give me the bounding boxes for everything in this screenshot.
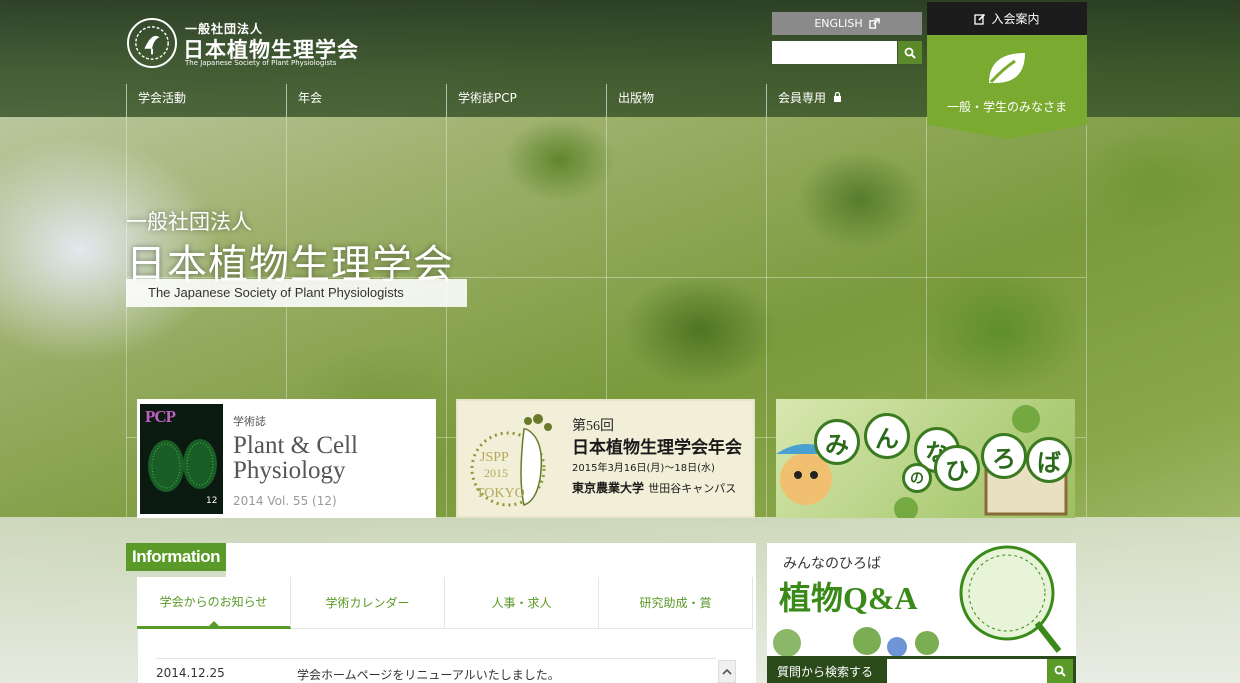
nav-item-annual-meeting[interactable]: 年会 — [286, 84, 446, 117]
qa-search-label: 質問から検索する — [777, 665, 874, 679]
tab-academic-calendar[interactable]: 学術カレンダー — [291, 577, 445, 629]
pcp-label: 学術誌 — [233, 415, 266, 428]
grid-line — [1086, 117, 1087, 517]
news-item[interactable]: 2014.12.25 学会ホームページをリニューアルいたしました。 — [156, 658, 716, 683]
meeting-date: 2015年3月16日(月)〜18日(水) — [572, 463, 715, 474]
hero-english-title: The Japanese Society of Plant Physiologi… — [126, 279, 467, 307]
english-label: ENGLISH — [814, 17, 863, 30]
hiroba-char: の — [902, 463, 932, 493]
public-label: 一般・学生のみなさま — [946, 100, 1067, 114]
nav-label: 年会 — [298, 91, 323, 105]
tab-grants-awards[interactable]: 研究助成・賞 — [599, 577, 753, 629]
join-label: 入会案内 — [991, 12, 1040, 26]
meeting-title: 日本植物生理学会年会 — [572, 438, 742, 457]
site-search-button[interactable] — [898, 41, 922, 64]
minna-no-hiroba-banner[interactable]: み ん な の ひ ろ ば — [776, 399, 1075, 518]
svg-text:JSPP: JSPP — [480, 450, 509, 465]
grid-line — [766, 117, 767, 517]
info-tabs: 学会からのお知らせ 学術カレンダー 人事・求人 研究助成・賞 — [137, 577, 753, 629]
pcp-title: Plant & Cell Physiology — [233, 433, 358, 483]
nav-label: 出版物 — [618, 91, 655, 105]
search-icon — [904, 47, 916, 59]
meeting-venue: 東京農業大学 世田谷キャンパス — [572, 479, 736, 496]
qa-title: 植物Q&A — [779, 580, 918, 616]
nav-item-publications[interactable]: 出版物 — [606, 84, 766, 117]
public-visitors-button[interactable]: 一般・学生のみなさま — [927, 35, 1087, 139]
scroll-up-button[interactable] — [718, 660, 736, 683]
lock-icon — [833, 91, 841, 102]
nav-label: 学会活動 — [138, 91, 187, 105]
information-heading: Information — [126, 543, 226, 571]
news-date: 2014.12.25 — [156, 666, 225, 680]
chevron-up-icon — [722, 668, 732, 675]
meeting-venue-name: 東京農業大学 — [572, 481, 645, 495]
nav-item-pcp[interactable]: 学術誌PCP — [446, 84, 606, 117]
tab-jobs[interactable]: 人事・求人 — [445, 577, 599, 629]
annual-meeting-banner[interactable]: JSPP 2015 TOKYO 第56回 日本植物生理学会年会 2015年3月1… — [456, 399, 755, 518]
news-title[interactable]: 学会ホームページをリニューアルいたしました。 — [297, 666, 560, 683]
info-header-bar — [226, 543, 756, 577]
hiroba-char: ん — [864, 413, 910, 459]
logo-english-text: The Japanese Society of Plant Physiologi… — [185, 59, 337, 67]
pcp-volume: 2014 Vol. 55 (12) — [233, 494, 337, 508]
qa-search-input[interactable] — [887, 659, 1047, 683]
join-button[interactable]: 入会案内 — [927, 2, 1087, 35]
meeting-venue-campus: 世田谷キャンパス — [648, 482, 737, 495]
qa-subtitle: みんなのひろば — [783, 556, 881, 572]
hiroba-char: ろ — [981, 433, 1027, 479]
nav-label: 会員専用 — [778, 91, 827, 105]
site-search-input[interactable] — [772, 41, 897, 64]
nav-item-activities[interactable]: 学会活動 — [126, 84, 286, 117]
edit-icon — [974, 13, 986, 25]
svg-text:TOKYO: TOKYO — [476, 486, 525, 501]
grid-line — [126, 117, 127, 517]
pcp-journal-banner[interactable]: PCP 12 学術誌 Plant & Cell Physiology 2014 … — [137, 399, 436, 518]
hiroba-char: ひ — [934, 445, 980, 491]
hiroba-char: み — [814, 419, 860, 465]
qa-search-button[interactable] — [1047, 659, 1073, 683]
pcp-title-line: Physiology — [233, 457, 346, 484]
meeting-number: 第56回 — [572, 419, 614, 434]
plant-qa-banner[interactable]: みんなのひろば 植物Q&A — [767, 543, 1076, 656]
pcp-title-line: Plant & Cell — [233, 432, 358, 459]
tab-society-news[interactable]: 学会からのお知らせ — [137, 577, 291, 629]
pcp-cover-image: PCP 12 — [140, 404, 223, 514]
pcp-cover-number: 12 — [206, 496, 218, 506]
leaf-icon — [989, 53, 1025, 84]
grid-line — [446, 117, 447, 517]
nav-item-members[interactable]: 会員専用 — [766, 84, 926, 117]
nav-label: 学術誌PCP — [458, 91, 517, 105]
search-icon — [1054, 665, 1066, 677]
english-button[interactable]: ENGLISH — [772, 12, 922, 35]
leaf-emblem-icon — [127, 18, 177, 68]
hiroba-char: ば — [1026, 437, 1072, 483]
external-link-icon — [868, 18, 880, 29]
qa-search-bar: 質問から検索する — [767, 656, 1076, 683]
site-logo[interactable]: 一般社団法人 日本植物生理学会 The Japanese Society of … — [127, 18, 358, 70]
meeting-emblem-icon: JSPP 2015 TOKYO — [470, 414, 552, 507]
svg-text:2015: 2015 — [484, 466, 508, 480]
main-nav: 学会活動 年会 学術誌PCP 出版物 会員専用 — [126, 84, 926, 117]
